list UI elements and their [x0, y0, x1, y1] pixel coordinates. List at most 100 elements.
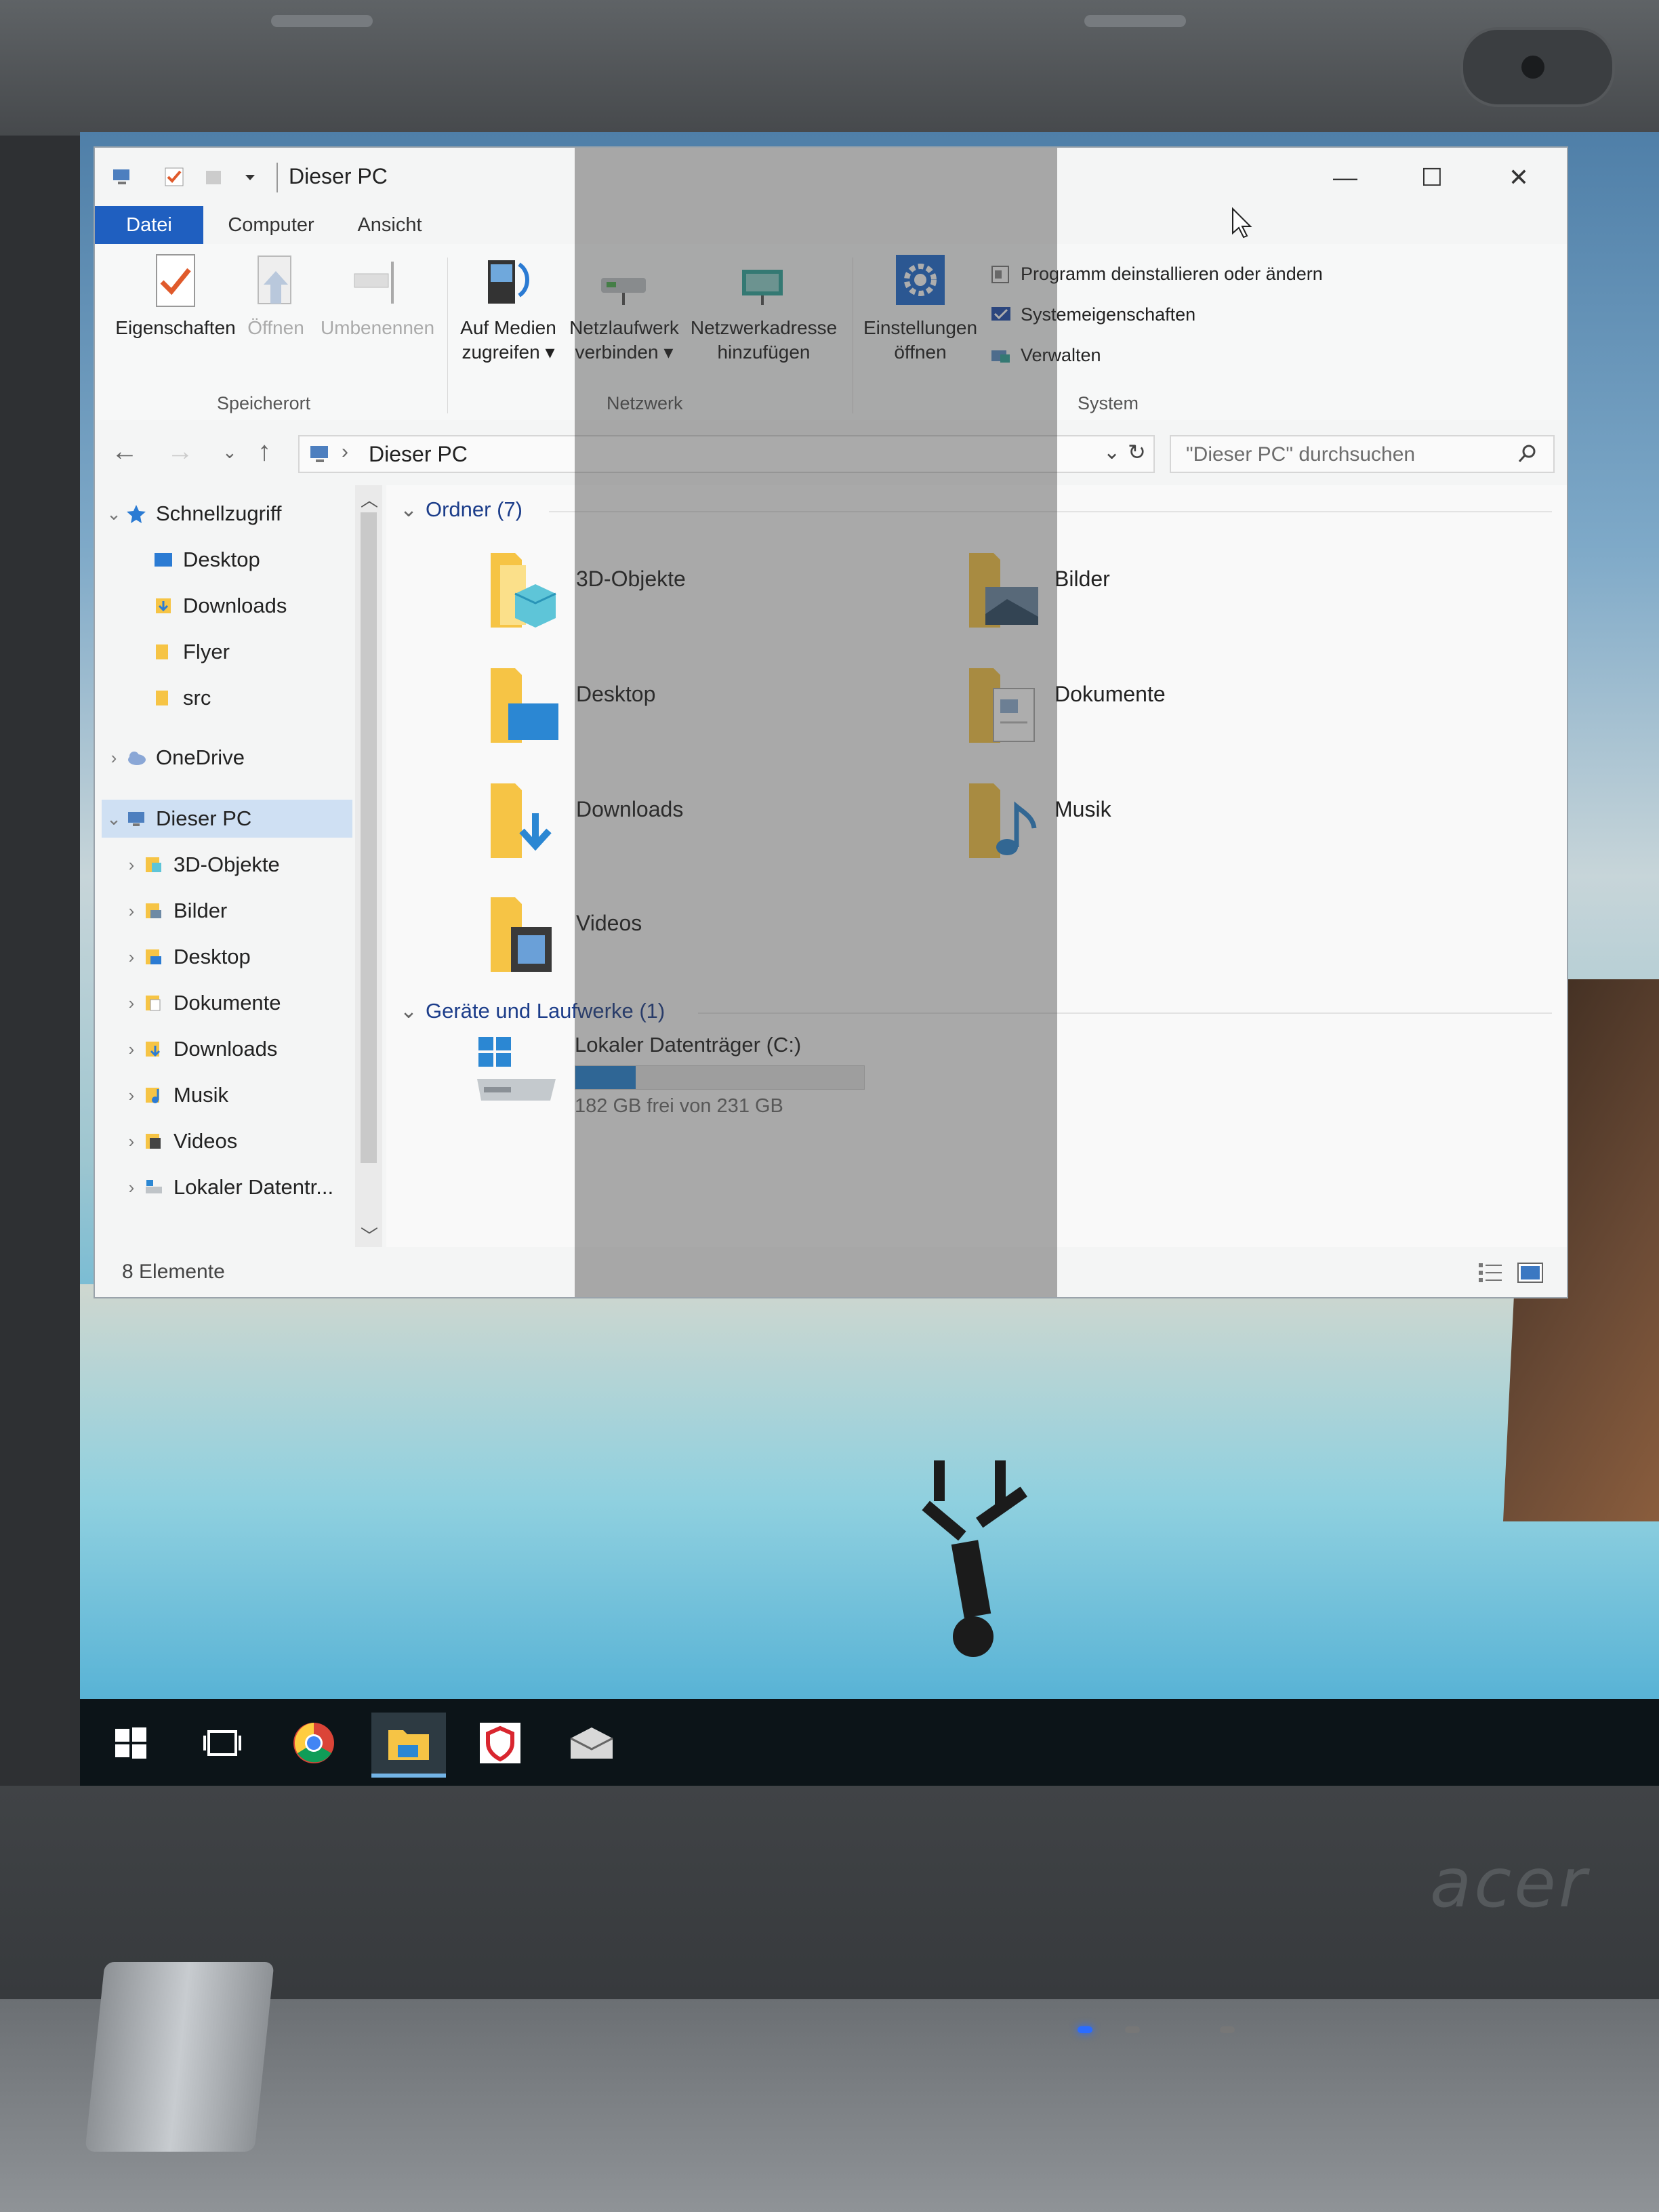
collapse-chevron-icon[interactable]: ⌄ — [400, 999, 417, 1023]
folder-icon — [156, 691, 168, 705]
nav-pc-videos[interactable]: › Videos — [119, 1122, 238, 1160]
up-arrow-icon[interactable]: ↑ — [258, 436, 271, 467]
manage-label: Verwalten — [1021, 344, 1101, 365]
network-location-icon — [742, 270, 783, 305]
add-network-location-button[interactable]: Netzwerkadresse hinzufügen — [686, 251, 842, 365]
access-media-button[interactable]: Auf Medien zugreifen ▾ — [451, 251, 566, 365]
folder-musik[interactable]: Musik — [966, 777, 1387, 878]
expand-chevron-icon[interactable]: ⌄ — [102, 504, 126, 525]
drive-local-c[interactable]: Lokaler Datenträger (C:) 182 GB frei von… — [474, 1027, 949, 1143]
music-folder-icon — [969, 783, 1037, 858]
folder-desktop[interactable]: Desktop — [488, 661, 908, 763]
content-pane: ⌄ Ordner (7) 3D-Objekte Bilder Desktop Do… — [386, 485, 1567, 1247]
nav-label: Desktop — [183, 548, 260, 571]
address-dropdown-icon[interactable]: ⌄ — [1103, 441, 1120, 464]
scroll-thumb[interactable] — [361, 512, 377, 1163]
tab-computer[interactable]: Computer — [217, 206, 325, 244]
nav-schnellzugriff[interactable]: ⌄ Schnellzugriff — [102, 495, 281, 533]
scroll-down-icon[interactable]: ﹀ — [361, 1223, 378, 1248]
nav-quick-desktop[interactable]: Desktop — [153, 541, 260, 579]
rename-label: Umbenennen — [320, 317, 435, 338]
properties-button[interactable]: Eigenschaften — [104, 251, 247, 340]
maximize-button[interactable]: ☐ — [1401, 157, 1462, 198]
folder-videos[interactable]: Videos — [488, 890, 908, 992]
map-network-drive-button[interactable]: Netzlaufwerk verbinden ▾ — [564, 251, 684, 365]
nav-pc-downloads[interactable]: › Downloads — [119, 1030, 278, 1068]
manage-button[interactable]: Verwalten — [989, 340, 1101, 370]
folder-label: Dokumente — [1054, 682, 1166, 706]
folder-label: Desktop — [576, 682, 656, 706]
address-field[interactable]: › Dieser PC ⌄ ↻ — [298, 435, 1155, 473]
brand-logo: acer — [1430, 1843, 1589, 1923]
nav-pc-local-disk[interactable]: › Lokaler Datentr... — [119, 1168, 354, 1206]
system-properties-label: Systemeigenschaften — [1021, 304, 1196, 325]
chrome-taskbar-button[interactable] — [276, 1713, 351, 1774]
rename-button[interactable]: Umbenennen — [313, 251, 442, 340]
nav-pc-3d-objekte[interactable]: › 3D-Objekte — [119, 846, 280, 884]
search-input[interactable]: "Dieser PC" durchsuchen — [1170, 435, 1555, 473]
mail-icon — [570, 1727, 613, 1759]
system-properties-button[interactable]: Systemeigenschaften — [989, 300, 1195, 329]
map-network-drive-label-1: Netzlaufwerk — [569, 317, 679, 338]
large-icons-view-icon[interactable] — [1517, 1261, 1544, 1285]
nav-pc-bilder[interactable]: › Bilder — [119, 892, 228, 930]
nav-label: Dokumente — [173, 991, 281, 1015]
folder-downloads[interactable]: Downloads — [488, 777, 908, 878]
tab-ansicht[interactable]: Ansicht — [339, 206, 441, 244]
task-view-button[interactable] — [185, 1713, 260, 1774]
collapse-chevron-icon[interactable]: ⌄ — [400, 497, 417, 521]
open-settings-button[interactable]: Einstellungen öffnen — [859, 251, 981, 365]
windows-drive-icon — [477, 1037, 556, 1101]
item-count: 8 Elemente — [122, 1261, 225, 1283]
nav-label: Lokaler Datentr... — [173, 1175, 334, 1199]
open-label: Öffnen — [247, 317, 304, 338]
properties-checkmark-icon[interactable] — [163, 165, 186, 188]
start-button[interactable] — [94, 1713, 168, 1774]
tab-datei[interactable]: Datei — [95, 206, 203, 244]
windows-logo-icon — [115, 1727, 146, 1759]
folder-3d-objekte[interactable]: 3D-Objekte — [488, 546, 908, 648]
folders-section-header[interactable]: ⌄ Ordner (7) — [400, 497, 523, 522]
nav-pc-musik[interactable]: › Musik — [119, 1076, 228, 1114]
open-button[interactable]: Öffnen — [239, 251, 313, 340]
add-network-location-label-1: Netzwerkadresse — [690, 317, 838, 338]
folder-bilder[interactable]: Bilder — [966, 546, 1387, 648]
nav-quick-src[interactable]: src — [153, 679, 211, 717]
new-folder-icon[interactable] — [202, 165, 225, 188]
laptop-hinge — [85, 1962, 274, 2152]
scroll-up-icon[interactable]: ︿ — [361, 487, 378, 512]
downloads-icon — [146, 1042, 161, 1057]
minimize-button[interactable]: — — [1315, 157, 1376, 198]
nav-label: Videos — [173, 1129, 238, 1153]
ribbon-tabs: Datei Computer Ansicht ︿ ? — [95, 206, 1567, 305]
nav-quick-flyer[interactable]: Flyer — [153, 633, 230, 671]
expand-chevron-icon[interactable]: › — [102, 747, 126, 769]
nav-pc-dokumente[interactable]: › Dokumente — [119, 984, 281, 1022]
close-button[interactable]: ✕ — [1488, 157, 1549, 198]
quick-access-dropdown-icon[interactable] — [239, 165, 262, 188]
forward-arrow-icon[interactable]: → — [167, 436, 194, 467]
recent-locations-chevron-icon[interactable]: ⌄ — [222, 442, 237, 463]
drive-name: Lokaler Datenträger (C:) — [575, 1033, 802, 1057]
nav-dieser-pc[interactable]: ⌄ Dieser PC — [102, 800, 352, 838]
computer-icon — [113, 169, 129, 184]
expand-chevron-icon[interactable]: ⌄ — [102, 808, 126, 830]
back-arrow-icon[interactable]: ← — [111, 436, 138, 467]
nav-onedrive[interactable]: › OneDrive — [102, 739, 245, 777]
chrome-icon — [293, 1723, 334, 1763]
file-explorer-taskbar-button[interactable] — [371, 1713, 446, 1778]
webcam-icon — [1521, 56, 1544, 79]
nav-quick-downloads[interactable]: Downloads — [153, 587, 287, 625]
uninstall-program-button[interactable]: Programm deinstallieren oder ändern — [989, 259, 1323, 289]
pictures-folder-icon — [969, 553, 1038, 628]
details-view-icon[interactable] — [1477, 1261, 1504, 1285]
mail-taskbar-button[interactable] — [554, 1713, 629, 1774]
nav-scrollbar[interactable]: ︿ ﹀ — [355, 485, 382, 1247]
antivirus-taskbar-button[interactable] — [463, 1713, 537, 1774]
refresh-icon[interactable]: ↻ — [1128, 439, 1146, 465]
devices-section-header[interactable]: ⌄ Geräte und Laufwerke (1) — [400, 999, 665, 1023]
status-bar: 8 Elemente — [95, 1247, 1567, 1297]
nav-pc-desktop[interactable]: › Desktop — [119, 938, 251, 976]
folder-dokumente[interactable]: Dokumente — [966, 661, 1387, 763]
desktop-folder-icon — [491, 668, 558, 743]
